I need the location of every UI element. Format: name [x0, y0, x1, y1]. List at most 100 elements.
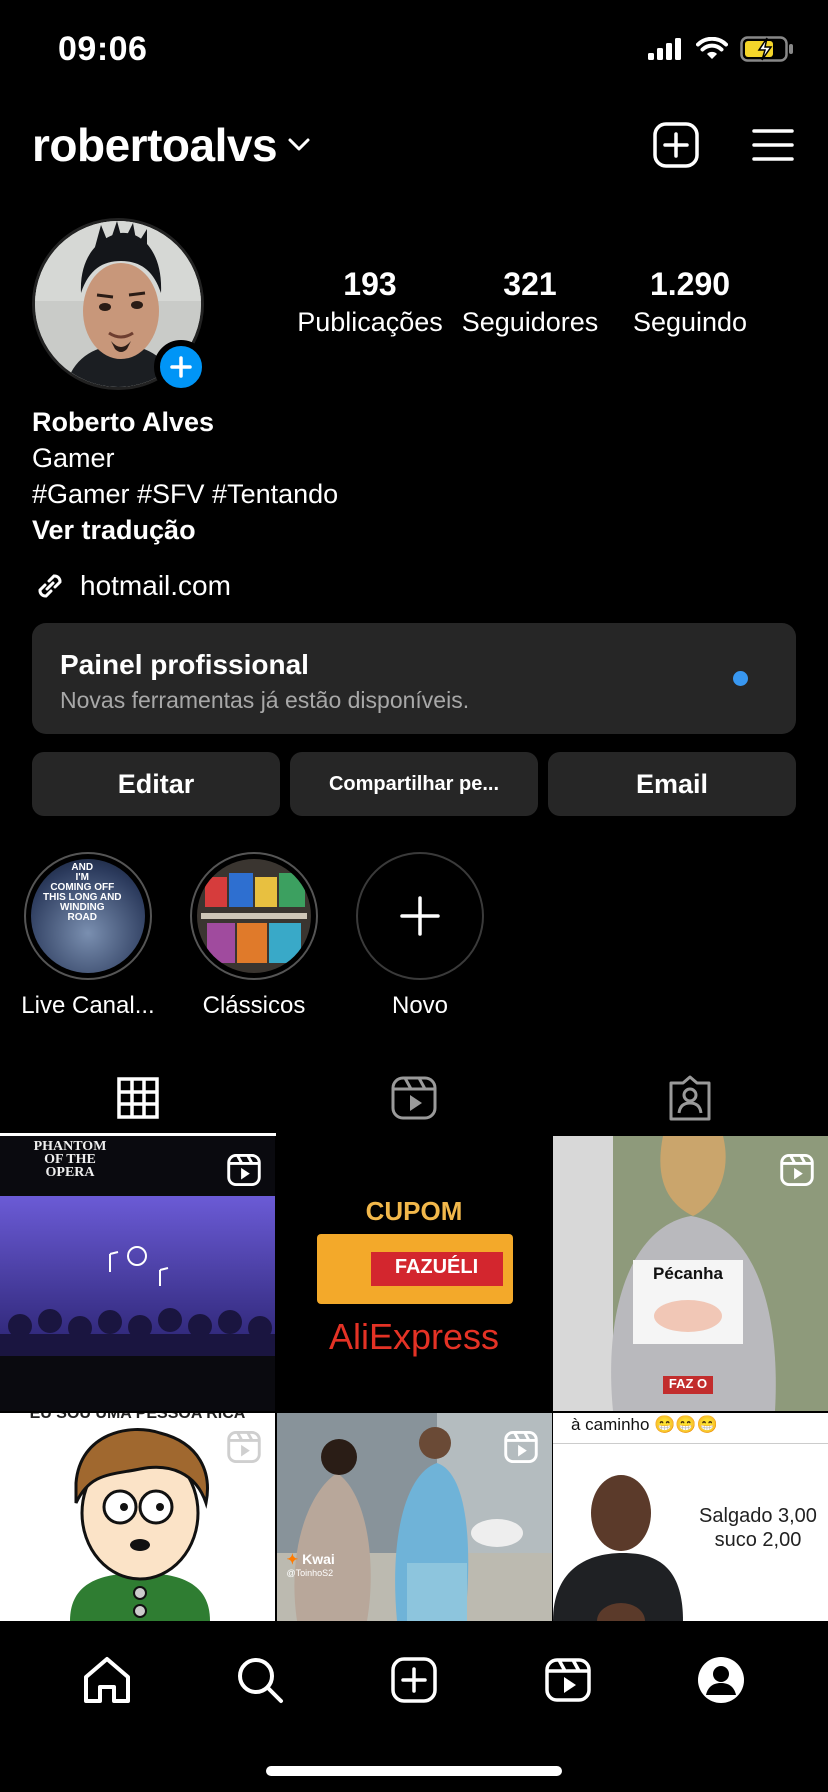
nav-profile[interactable]: [691, 1650, 751, 1710]
link-icon: [38, 574, 62, 598]
post-thumbnail: [553, 1475, 683, 1621]
professional-dashboard[interactable]: Painel profissional Novas ferramentas já…: [32, 623, 796, 734]
reels-icon: [227, 1154, 261, 1186]
reels-icon: [227, 1431, 261, 1463]
highlight-ring: [190, 852, 318, 980]
stat-label: Seguindo: [632, 307, 748, 337]
profile-avatar[interactable]: [32, 218, 208, 394]
status-icons: [648, 36, 794, 62]
highlight-ring: AND I'M COMING OFF THIS LONG AND WINDING…: [24, 852, 152, 980]
status-bar: 09:06: [0, 0, 828, 100]
highlight-live-canal[interactable]: AND I'M COMING OFF THIS LONG AND WINDING…: [21, 852, 155, 1020]
tab-reels[interactable]: [276, 1060, 552, 1136]
post-price-2: suco 2,00: [714, 1529, 802, 1551]
grid-icon: [117, 1077, 159, 1119]
profile-website-link[interactable]: hotmail.com: [32, 568, 231, 604]
highlight-cover-text: AND I'M COMING OFF THIS LONG AND WINDING…: [43, 862, 122, 923]
post-caption: CUPOM: [365, 1196, 463, 1226]
share-profile-button[interactable]: Compartilhar pe...: [290, 752, 538, 816]
translate-link[interactable]: Ver tradução: [32, 512, 338, 548]
bottom-navigation: [0, 1624, 828, 1792]
grid-post[interactable]: EU SOU UMA PESSOA RICA: [0, 1413, 275, 1621]
reels-icon: [391, 1076, 437, 1120]
stat-following[interactable]: 1.290 Seguindo: [610, 266, 770, 338]
tagged-user-icon: [669, 1075, 711, 1121]
highlight-label: Novo: [391, 992, 449, 1019]
reel-badge: [227, 1154, 261, 1191]
stat-label: Publicações: [297, 307, 443, 337]
profile-header: robertoalvs: [0, 112, 828, 182]
highlight-classicos[interactable]: Clássicos: [190, 852, 318, 1020]
grid-post[interactable]: à caminho 😁😁😁 Salgado 3,00 suco 2,00: [553, 1413, 828, 1621]
highlight-cover: [197, 859, 311, 973]
highlight-ring: [356, 852, 484, 980]
plus-icon: [170, 356, 192, 378]
post-thumbnail: [0, 1196, 275, 1356]
nav-create[interactable]: [384, 1650, 444, 1710]
website-text: hotmail.com: [80, 570, 231, 601]
hamburger-menu-icon: [752, 129, 794, 161]
post-ticket: FAZUÉLI: [316, 1234, 513, 1304]
nav-home[interactable]: [77, 1650, 137, 1710]
plus-icon: [400, 896, 440, 936]
status-time: 09:06: [58, 30, 148, 68]
post-caption: PHANTOM OF THE OPERA: [33, 1139, 107, 1180]
add-story-button[interactable]: [154, 340, 208, 394]
highlight-cover: AND I'M COMING OFF THIS LONG AND WINDING…: [31, 859, 145, 973]
post-sign-text: Pécanha: [653, 1264, 723, 1283]
reel-badge: [227, 1431, 261, 1468]
home-icon: [83, 1657, 130, 1703]
battery-charging-icon: [740, 36, 793, 62]
grid-post[interactable]: Pécanha FAZ O: [553, 1136, 828, 1411]
reel-badge: [503, 1431, 538, 1468]
post-brand: FAZ O: [668, 1376, 708, 1391]
stat-label: Seguidores: [461, 307, 599, 337]
posts-grid: PHANTOM OF THE OPERA CUPOM FAZUÉLI AliEx…: [0, 1136, 828, 1621]
stat-posts[interactable]: 193 Publicações: [290, 266, 450, 338]
profile-tabs: [0, 1060, 828, 1136]
reels-icon: [544, 1658, 591, 1702]
edit-profile-button[interactable]: Editar: [32, 752, 280, 816]
create-button[interactable]: [651, 120, 701, 170]
reels-icon: [780, 1154, 814, 1186]
post-price-1: Salgado 3,00: [699, 1505, 817, 1527]
stat-value: 1.290: [649, 266, 731, 302]
profile-stats: 193 Publicações 321 Seguidores 1.290 Seg…: [290, 266, 770, 338]
tab-posts-grid[interactable]: [0, 1060, 276, 1136]
pro-panel-title: Painel profissional: [60, 649, 309, 680]
nav-reels[interactable]: [538, 1650, 598, 1710]
home-indicator[interactable]: [266, 1766, 562, 1776]
notification-dot: [733, 671, 748, 686]
profile-actions: Editar Compartilhar pe... Email: [32, 752, 796, 816]
nav-search[interactable]: [230, 1650, 290, 1710]
grid-post[interactable]: PHANTOM OF THE OPERA: [0, 1136, 275, 1411]
watermark-text: Kwai: [302, 1551, 335, 1567]
profile-avatar-icon: [698, 1657, 745, 1703]
post-brand: AliExpress: [328, 1316, 500, 1357]
highlight-label: Live Canal...: [21, 992, 155, 1019]
signal-icon: [648, 38, 681, 60]
bio-category: Gamer: [32, 443, 115, 473]
ticket-text: FAZUÉLI: [394, 1256, 479, 1278]
email-button[interactable]: Email: [548, 752, 796, 816]
story-highlights: AND I'M COMING OFF THIS LONG AND WINDING…: [21, 852, 484, 1020]
username: robertoalvs: [32, 119, 278, 171]
wifi-icon: [696, 37, 728, 59]
reels-icon: [503, 1431, 538, 1463]
display-name: Roberto Alves: [32, 407, 215, 437]
tab-tagged[interactable]: [552, 1060, 828, 1136]
account-switcher[interactable]: robertoalvs: [32, 118, 311, 172]
stat-followers[interactable]: 321 Seguidores: [450, 266, 610, 338]
highlight-label: Clássicos: [202, 992, 306, 1019]
grid-post[interactable]: CUPOM FAZUÉLI AliExpress: [276, 1136, 552, 1411]
grid-post[interactable]: ✦ Kwai @ToinhoS2: [276, 1413, 552, 1621]
menu-button[interactable]: [748, 120, 798, 170]
post-caption: à caminho 😁😁😁: [571, 1415, 718, 1434]
stat-value: 321: [503, 266, 557, 302]
highlight-new[interactable]: Novo: [356, 852, 484, 1020]
watermark-handle: @ToinhoS2: [286, 1568, 334, 1578]
search-icon: [238, 1658, 284, 1703]
post-watermark: ✦ Kwai @ToinhoS2: [286, 1551, 335, 1578]
bio-hashtags[interactable]: #Gamer #SFV #Tentando: [32, 476, 338, 512]
plus-square-icon: [391, 1657, 437, 1703]
